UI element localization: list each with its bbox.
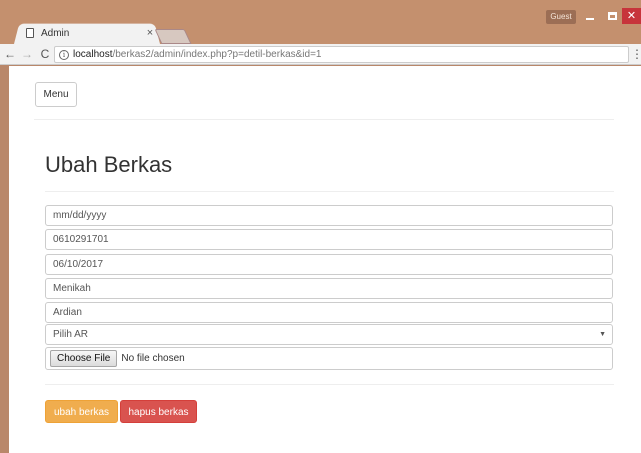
- info-icon[interactable]: i: [59, 49, 69, 60]
- back-arrow-icon[interactable]: ←: [3, 47, 17, 61]
- address-bar[interactable]: i localhost/berkas2/admin/index.php?p=de…: [54, 46, 629, 63]
- tab-title: Admin: [41, 27, 70, 39]
- page-viewport: Menu Ubah Berkas mm/dd/yyyy 0610291701 0…: [9, 66, 641, 453]
- maximize-icon: [607, 12, 617, 20]
- menu-button[interactable]: Menu: [35, 82, 77, 107]
- window-edge: [0, 66, 9, 453]
- page-title: Ubah Berkas: [45, 152, 173, 177]
- choose-file-button[interactable]: Choose File: [50, 350, 118, 367]
- forward-arrow-icon[interactable]: →: [20, 47, 34, 61]
- divider: [34, 119, 614, 120]
- url-host: localhost: [73, 49, 113, 60]
- ar-select[interactable]: Pilih AR ▼: [45, 324, 613, 345]
- delete-berkas-button[interactable]: hapus berkas: [120, 400, 197, 423]
- close-window-button[interactable]: ✕: [622, 8, 641, 24]
- reload-icon[interactable]: C: [38, 47, 52, 61]
- update-berkas-button[interactable]: ubah berkas: [45, 400, 118, 423]
- minimize-button[interactable]: [579, 8, 601, 24]
- chevron-down-icon: ▼: [599, 331, 606, 338]
- tanggal-input[interactable]: 06/10/2017: [45, 254, 613, 275]
- divider: [45, 191, 614, 192]
- guest-profile-badge[interactable]: Guest: [546, 10, 576, 24]
- url-path: /berkas2/admin/index.php?p=detil-berkas&…: [112, 49, 322, 60]
- document-icon: [26, 28, 34, 38]
- ar-select-value: Pilih AR: [53, 329, 89, 340]
- nama-input[interactable]: Ardian: [45, 302, 613, 323]
- file-upload-field: Choose File No file chosen: [45, 347, 613, 370]
- browser-toolbar: ← → C i localhost/berkas2/admin/index.ph…: [0, 44, 641, 65]
- minimize-icon: [586, 18, 594, 20]
- status-input[interactable]: Menikah: [45, 278, 613, 299]
- divider: [45, 384, 614, 385]
- new-tab-button[interactable]: [154, 29, 192, 44]
- file-status-text: No file chosen: [121, 353, 185, 364]
- nomor-input[interactable]: 0610291701: [45, 229, 613, 250]
- date-input[interactable]: mm/dd/yyyy: [45, 205, 613, 226]
- browser-menu-icon[interactable]: ⋮: [631, 47, 641, 61]
- browser-tab-content[interactable]: Admin ×: [26, 25, 156, 41]
- maximize-button[interactable]: [601, 8, 623, 24]
